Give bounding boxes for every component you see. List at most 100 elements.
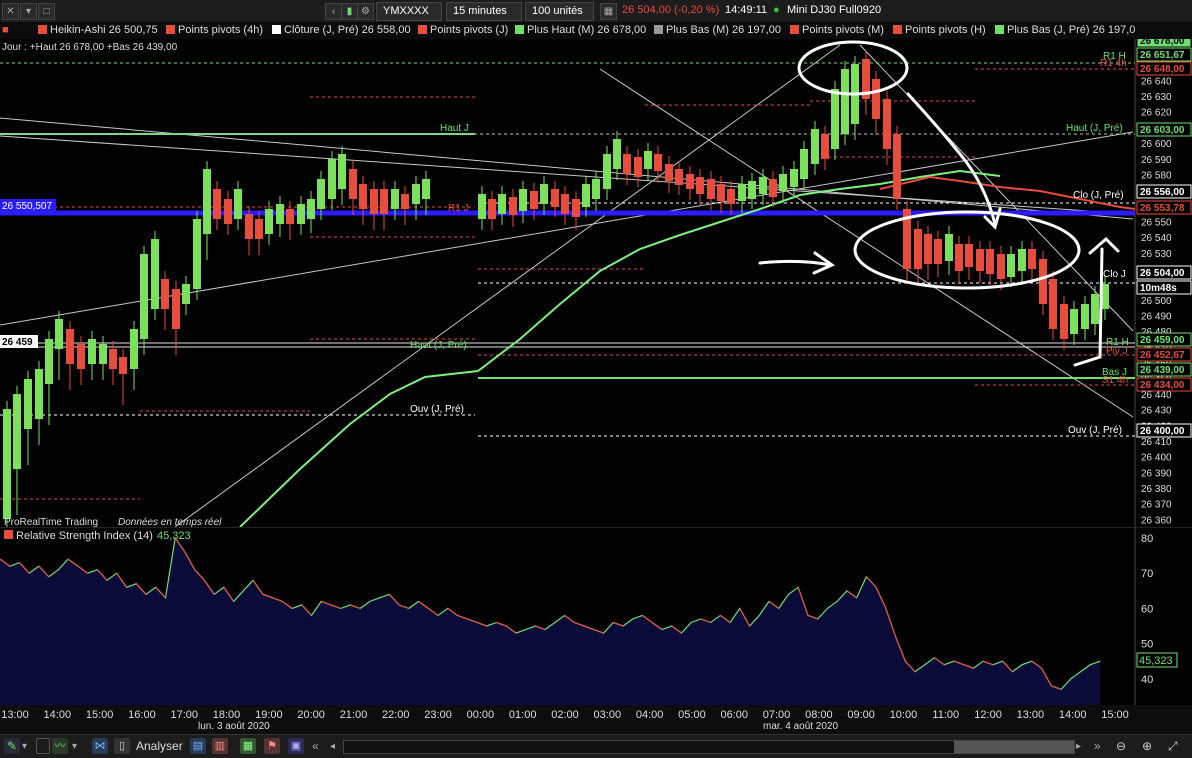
table-icon[interactable]: ▦ [240, 738, 256, 754]
indicator-icon[interactable]: 〰 [52, 738, 68, 754]
candle-body [976, 249, 984, 271]
candle-body [654, 154, 662, 171]
candle-body [811, 129, 819, 164]
screenshot-icon[interactable]: ▣ [288, 738, 304, 754]
candle-body [769, 179, 777, 197]
time-tick: 21:00 [340, 709, 368, 721]
chevron-down-icon[interactable]: ▾ [22, 738, 27, 755]
haut-j-pre-label: Haut (J, Pré) [1066, 123, 1123, 134]
candle-body [3, 409, 11, 519]
scroll-left-double-icon[interactable]: « [312, 738, 319, 755]
chevron-down-icon[interactable]: ▾ [72, 738, 77, 755]
legend-item[interactable]: Clôture (J, Pré) 26 558,00 [272, 24, 411, 37]
dropdown-icon[interactable]: ▾ [20, 3, 37, 20]
time-tick: 07:00 [763, 709, 791, 721]
fit-screen-icon[interactable]: ⤢ [1168, 738, 1178, 755]
close-chart-icon[interactable]: ✕ [2, 3, 19, 20]
candle-body [872, 79, 880, 119]
candle-body [717, 184, 725, 201]
symbol-select[interactable]: YMXXXX ▾ [376, 2, 442, 34]
price-tick: 26 430 [1141, 406, 1172, 417]
ouv-j-pre-label: Ouv (J, Pré) [410, 404, 464, 415]
candle-body [276, 204, 284, 224]
legend-item[interactable]: Points pivots (4h) [166, 24, 263, 37]
share-icon[interactable]: ⋈ [92, 738, 108, 754]
candle-body [391, 189, 399, 209]
legend-swatch [893, 25, 902, 34]
square-icon[interactable] [36, 738, 50, 754]
candle-body [965, 244, 973, 267]
legend-item[interactable]: Plus Bas (M) 26 197,00 [654, 24, 781, 37]
candle-body [401, 194, 409, 209]
top-toolbar: ✕ ▾ □ ‹ ▮ ⚙ YMXXXX ▾ 15 minutes ▾ 100 un… [0, 0, 1192, 34]
zoom-out-icon[interactable]: ⊖ [1116, 738, 1126, 755]
candle-body [997, 254, 1005, 279]
legend-swatch [995, 25, 1004, 34]
time-tick: 14:00 [44, 709, 72, 721]
chart-type-icon[interactable]: ■ [2, 24, 9, 37]
fast-forward-icon[interactable]: » [1094, 738, 1101, 755]
price-change: 26 504,00 (-0,20 %) [622, 4, 720, 16]
legend-swatch [515, 25, 524, 34]
candle-body [1039, 259, 1047, 304]
scrollbar-thumb[interactable] [954, 741, 1074, 753]
time-tick: 15:00 [1101, 709, 1129, 721]
candle-body [1081, 304, 1089, 329]
settings-icon[interactable]: ⚙ [357, 3, 374, 20]
candle-body [172, 289, 180, 329]
legend-swatch [166, 25, 175, 34]
candle-body [193, 219, 201, 289]
time-tick: 09:00 [847, 709, 875, 721]
candle-body [821, 134, 829, 159]
candle-body [613, 139, 621, 169]
price-tick: 26 360 [1141, 515, 1172, 526]
candle-body [696, 177, 704, 194]
candle-body [55, 319, 63, 349]
legend-text: Points pivots (4h) [178, 24, 263, 36]
price-badge-text: 26 504,00 [1140, 268, 1185, 279]
drawing-tool-icon[interactable]: ✎ [4, 738, 20, 754]
candle-body [77, 344, 85, 369]
zoom-in-icon[interactable]: ⊕ [1142, 738, 1152, 755]
panel-icon[interactable]: ▯ [114, 738, 130, 754]
candle-body [509, 197, 517, 215]
legend-item[interactable]: Plus Bas (J, Pré) 26 197,0 [995, 24, 1135, 37]
price-badge-text: 26 556,00 [1140, 187, 1185, 198]
candle-body [161, 279, 169, 309]
candle-body [1007, 254, 1015, 277]
chevron-left-icon[interactable]: ‹ [325, 3, 342, 20]
analyser-button[interactable]: Analyser [136, 738, 183, 755]
calendar-icon[interactable]: ▦ [600, 3, 617, 20]
legend-item[interactable]: Plus Haut (M) 26 678,00 [515, 24, 646, 37]
scroll-left-icon[interactable]: ◂ [330, 738, 335, 755]
candle-body [986, 249, 994, 274]
date-label: lun. 3 août 2020 [198, 721, 270, 732]
candle-body [488, 199, 496, 219]
chart-scrollbar[interactable] [343, 740, 1075, 754]
price-badge-text: 10m48s [1140, 283, 1177, 294]
candle-body [224, 199, 232, 224]
legend-item[interactable]: Points pivots (J) [418, 24, 508, 37]
legend-item[interactable]: Heikin-Ashi 26 500,75 [38, 24, 158, 37]
timeframe-select[interactable]: 15 minutes ▾ [446, 2, 522, 34]
candle-body [328, 159, 336, 199]
legend-item[interactable]: Points pivots (M) [790, 24, 884, 37]
candle-body [1049, 279, 1057, 329]
candle-body [800, 149, 808, 179]
window-icon[interactable]: □ [38, 3, 55, 20]
legend-swatch [790, 25, 799, 34]
candle-body [203, 169, 211, 234]
candle-body [297, 204, 305, 224]
comment-icon[interactable]: ▤ [190, 738, 206, 754]
candle-body [1018, 249, 1026, 271]
candle-body [924, 234, 932, 264]
candles-icon[interactable]: ▮ [341, 3, 358, 20]
units-select[interactable]: 100 unités ▾ [525, 2, 594, 34]
scroll-right-icon[interactable]: ▸ [1076, 738, 1081, 755]
alert-icon[interactable]: ⚑ [264, 738, 280, 754]
price-badge-text: 26 459,00 [1140, 335, 1185, 346]
price-chart[interactable]: Jour : +Haut 26 678,00 +Bas 26 439,00 Ha… [0, 39, 1192, 527]
legend-item[interactable]: Points pivots (H) [893, 24, 986, 37]
list-icon[interactable]: ▥ [212, 738, 228, 754]
rsi-panel[interactable]: Relative Strength Index (14) 45,323 80 70… [0, 527, 1192, 705]
